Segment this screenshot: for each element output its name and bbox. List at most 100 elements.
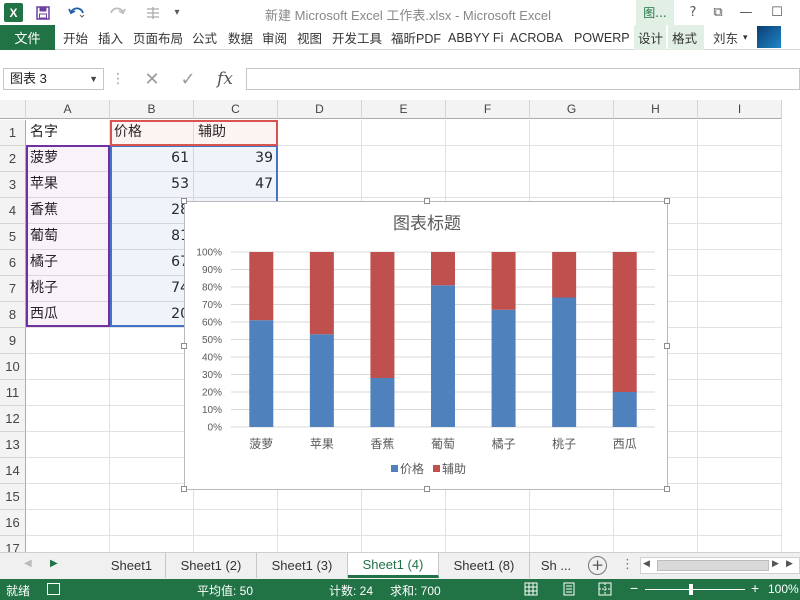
tab-formulas[interactable]: 公式 — [192, 25, 217, 50]
cell[interactable] — [530, 146, 614, 172]
cell[interactable] — [614, 172, 698, 198]
cell[interactable] — [698, 250, 782, 276]
cell[interactable] — [362, 120, 446, 146]
cell[interactable] — [26, 328, 110, 354]
cell[interactable] — [26, 536, 110, 552]
cell[interactable] — [446, 172, 530, 198]
row-header[interactable]: 14 — [0, 458, 26, 484]
file-tab[interactable]: 文件 — [0, 25, 55, 50]
tab-powerpivot[interactable]: POWERP — [574, 25, 630, 50]
save-icon[interactable] — [32, 0, 54, 25]
column-header[interactable]: A — [26, 100, 110, 119]
column-header[interactable]: D — [278, 100, 362, 119]
cell[interactable] — [530, 120, 614, 146]
row-header[interactable]: 12 — [0, 406, 26, 432]
cell[interactable] — [698, 328, 782, 354]
resize-handle[interactable] — [664, 343, 670, 349]
minimize-icon[interactable]: — — [732, 0, 760, 25]
ribbon-display-icon[interactable]: ⧉ — [704, 0, 732, 25]
resize-handle[interactable] — [664, 486, 670, 492]
cell[interactable] — [446, 536, 530, 552]
enter-icon[interactable]: ✓ — [176, 68, 200, 90]
normal-view-icon[interactable] — [524, 582, 538, 599]
cell[interactable] — [446, 510, 530, 536]
column-header[interactable]: H — [614, 100, 698, 119]
zoom-slider-thumb[interactable] — [689, 584, 693, 595]
cell[interactable] — [362, 146, 446, 172]
row-header[interactable]: 8 — [0, 302, 26, 328]
tab-insert[interactable]: 插入 — [98, 25, 123, 50]
help-icon[interactable]: ? — [679, 0, 707, 25]
scrollbar-thumb[interactable] — [657, 560, 769, 571]
cell[interactable] — [614, 536, 698, 552]
cell[interactable] — [110, 380, 194, 406]
row-header[interactable]: 1 — [0, 120, 26, 146]
tab-developer[interactable]: 开发工具 — [332, 25, 382, 50]
chart-object[interactable]: 图表标题 0% 10% 20% 30% 40% 50% 60% 70% 80% 90% 100% 菠萝 苹… — [181, 198, 670, 492]
row-header[interactable]: 6 — [0, 250, 26, 276]
cell[interactable] — [278, 536, 362, 552]
avatar[interactable] — [757, 26, 781, 48]
count-value[interactable]: 计数: 24 — [329, 582, 373, 599]
stacked-percent-bar-chart[interactable]: 图表标题 0% 10% 20% 30% 40% 50% 60% 70% 80% 90% 100% 菠萝 苹… — [185, 202, 669, 491]
scroll-left-icon[interactable]: ◀ — [24, 558, 32, 569]
tab-abbyy[interactable]: ABBYY Fi — [448, 25, 503, 50]
sheet-tab-active[interactable]: Sheet1 (4) — [348, 553, 439, 578]
cell[interactable] — [446, 146, 530, 172]
cell[interactable] — [698, 302, 782, 328]
column-header[interactable]: B — [110, 100, 194, 119]
zoom-in-icon[interactable]: + — [751, 580, 759, 596]
scroll-left-arrow-icon[interactable]: ◀ — [643, 559, 650, 569]
cell[interactable] — [530, 536, 614, 552]
chevron-down-icon[interactable]: ▾ — [743, 33, 748, 43]
cell[interactable] — [278, 146, 362, 172]
cell[interactable] — [698, 146, 782, 172]
cell[interactable] — [446, 120, 530, 146]
next-sheet-icon[interactable]: ▶ — [786, 559, 793, 569]
row-header[interactable]: 3 — [0, 172, 26, 198]
cell[interactable] — [194, 510, 278, 536]
cell[interactable] — [110, 458, 194, 484]
user-name[interactable]: 刘东 — [713, 28, 738, 47]
header-cell[interactable]: 名字 — [26, 120, 110, 146]
row-header[interactable]: 17 — [0, 536, 26, 552]
cell[interactable] — [278, 120, 362, 146]
cell[interactable] — [278, 510, 362, 536]
resize-handle[interactable] — [181, 343, 187, 349]
cell[interactable] — [194, 536, 278, 552]
column-header[interactable]: G — [530, 100, 614, 119]
resize-handle[interactable] — [181, 198, 187, 204]
tab-review[interactable]: 审阅 — [262, 25, 287, 50]
scroll-right-icon[interactable]: ▶ — [50, 558, 58, 569]
zoom-slider[interactable] — [645, 589, 745, 590]
cell[interactable] — [362, 536, 446, 552]
user-account[interactable]: 刘东 ▾ — [713, 25, 748, 50]
cell[interactable] — [614, 120, 698, 146]
cell[interactable] — [698, 354, 782, 380]
sheet-tab[interactable]: Sheet1 (8) — [439, 553, 530, 578]
row-header[interactable]: 7 — [0, 276, 26, 302]
macro-record-icon[interactable] — [47, 583, 60, 595]
cell[interactable] — [26, 458, 110, 484]
cell[interactable] — [110, 328, 194, 354]
cell[interactable] — [110, 510, 194, 536]
row-header[interactable]: 11 — [0, 380, 26, 406]
insert-function-icon[interactable]: fx — [212, 68, 238, 90]
column-header[interactable]: C — [194, 100, 278, 119]
cell[interactable] — [278, 172, 362, 198]
column-header[interactable]: F — [446, 100, 530, 119]
zoom-out-icon[interactable]: − — [630, 580, 638, 596]
cell[interactable] — [698, 406, 782, 432]
cell[interactable] — [362, 172, 446, 198]
cell[interactable] — [530, 172, 614, 198]
undo-icon[interactable] — [62, 0, 92, 25]
cell[interactable] — [698, 198, 782, 224]
tab-page-layout[interactable]: 页面布局 — [133, 25, 183, 50]
row-header[interactable]: 13 — [0, 432, 26, 458]
cell[interactable] — [110, 432, 194, 458]
cell[interactable] — [110, 536, 194, 552]
select-all-corner[interactable] — [0, 100, 26, 119]
resize-handle[interactable] — [664, 198, 670, 204]
cell[interactable] — [698, 458, 782, 484]
row-header[interactable]: 9 — [0, 328, 26, 354]
